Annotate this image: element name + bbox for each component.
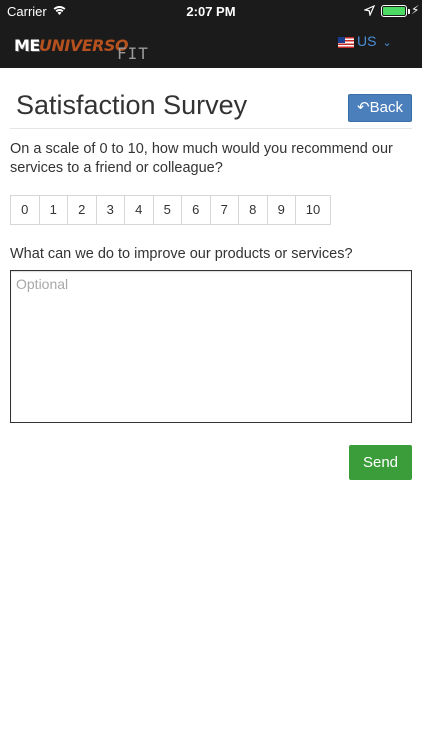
clock: 2:07 PM	[186, 4, 236, 19]
battery-nub	[408, 9, 410, 14]
logo-fit: FIT	[117, 44, 149, 63]
improve-question: What can we do to improve our products o…	[10, 246, 353, 262]
title-divider	[10, 128, 412, 129]
status-bar: Carrier 2:07 PM ⚡	[0, 0, 422, 22]
back-button-label: Back	[369, 99, 403, 116]
feedback-textarea[interactable]	[10, 270, 412, 423]
app-header: Carrier 2:07 PM ⚡ ME UNIVERSO FIT US ⌄	[0, 0, 422, 68]
location-arrow-icon	[363, 4, 376, 19]
scale-option-9[interactable]: 9	[268, 196, 296, 224]
recommend-question: On a scale of 0 to 10, how much would yo…	[10, 141, 393, 176]
scale-option-10[interactable]: 10	[296, 196, 330, 224]
scale-option-0[interactable]: 0	[11, 196, 40, 224]
language-selector[interactable]: US ⌄	[338, 33, 392, 49]
us-flag-icon	[338, 36, 354, 48]
scale-option-7[interactable]: 7	[211, 196, 239, 224]
battery-icon	[381, 5, 407, 17]
page-title: Satisfaction Survey	[16, 90, 248, 120]
logo-me: ME	[14, 36, 40, 55]
scale-option-4[interactable]: 4	[125, 196, 154, 224]
back-button[interactable]: ↶Back	[348, 94, 412, 122]
scale-option-8[interactable]: 8	[239, 196, 268, 224]
scale-option-6[interactable]: 6	[182, 196, 211, 224]
recommend-scale: 0 1 2 3 4 5 6 7 8 9 10	[10, 195, 331, 225]
chevron-down-icon: ⌄	[382, 37, 392, 49]
back-arrow-icon: ↶	[357, 99, 370, 116]
scale-option-5[interactable]: 5	[154, 196, 182, 224]
scale-option-3[interactable]: 3	[97, 196, 125, 224]
logo-universo: UNIVERSO	[39, 36, 129, 55]
language-label: US	[357, 33, 377, 49]
charging-bolt-icon: ⚡	[411, 3, 420, 17]
scale-option-2[interactable]: 2	[68, 196, 97, 224]
send-button[interactable]: Send	[349, 445, 412, 480]
scale-option-1[interactable]: 1	[40, 196, 68, 224]
